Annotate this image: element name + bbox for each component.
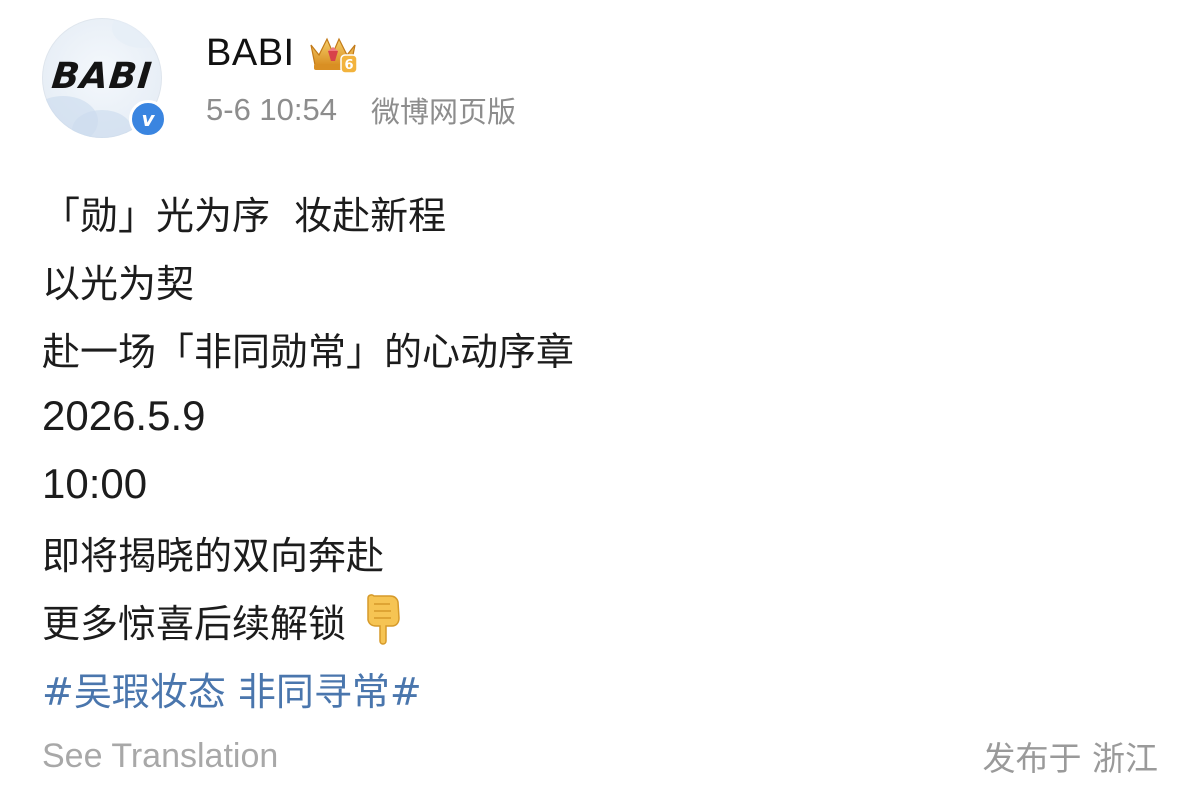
post-timestamp: 5-6 10:54 xyxy=(206,92,337,127)
hashtag-link[interactable]: #吴瑕妆态 非同寻常# xyxy=(42,654,1152,722)
post-location: 发布于 浙江 xyxy=(982,739,1159,778)
crown-level-badge-icon[interactable]: 6 xyxy=(305,31,361,75)
post-header: BABI v BABI 6 5-6 10:54 微博网页版 xyxy=(42,18,1158,140)
username-row: BABI 6 xyxy=(206,28,361,78)
post-text-line: 更多惊喜后续解锁 xyxy=(42,601,347,646)
post-source: 微博网页版 xyxy=(371,95,517,129)
pointing-down-hand-icon xyxy=(367,594,400,645)
post-meta: 5-6 10:54 微博网页版 xyxy=(206,90,516,130)
post-text-line: 以光为契 xyxy=(42,261,195,306)
vip-level-number: 6 xyxy=(344,58,353,73)
see-translation-link[interactable]: See Translation xyxy=(42,737,278,776)
verified-badge-icon: v xyxy=(129,100,167,138)
post-text-line: 10:00 xyxy=(42,460,148,507)
post-text-line: 赴一场「非同勋常」的心动序章 xyxy=(42,329,575,374)
avatar-logo-text: BABI xyxy=(49,56,155,97)
avatar-cloud-decoration xyxy=(112,18,162,48)
avatar-cloud-decoration xyxy=(72,110,132,138)
post-text-line: 即将揭晓的双向奔赴 xyxy=(42,533,385,578)
post-footer: See Translation 发布于 浙江 xyxy=(42,728,1158,784)
post-text-line: 2026.5.9 xyxy=(42,392,206,439)
username[interactable]: BABI xyxy=(206,32,295,75)
post-content: 「勋」光为序 妆赴新程 以光为契 赴一场「非同勋常」的心动序章 2026.5.9… xyxy=(42,178,1152,722)
post-text-line: 「勋」光为序 妆赴新程 xyxy=(42,193,447,238)
post-text-line-with-emoji: 更多惊喜后续解锁 xyxy=(42,586,1152,654)
